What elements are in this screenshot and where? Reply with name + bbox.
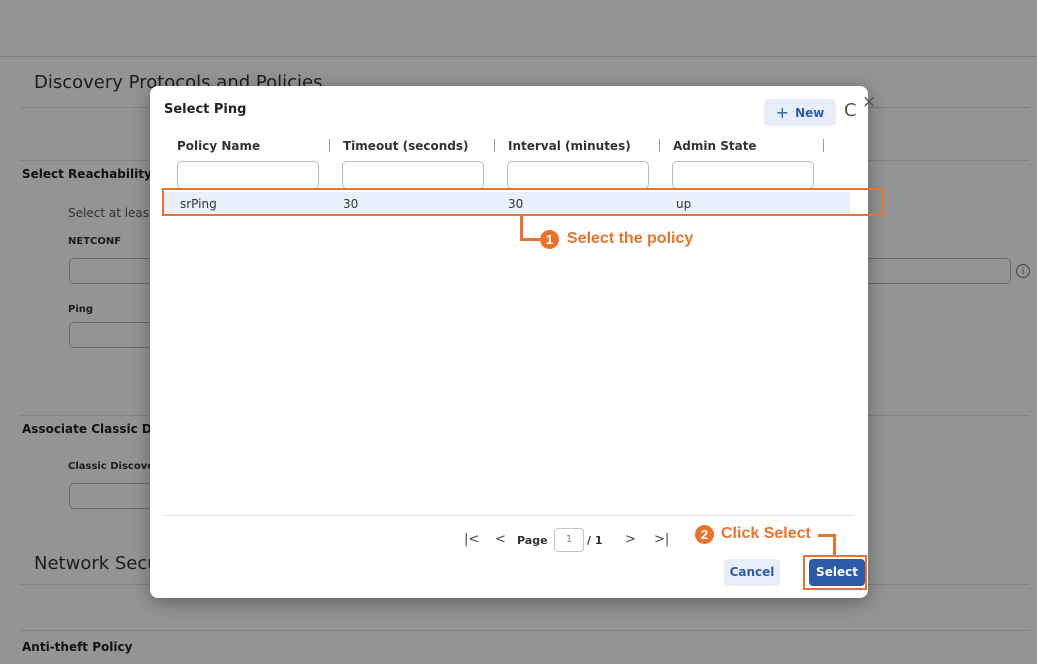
callout-connector: [520, 216, 523, 240]
column-separator[interactable]: [494, 139, 495, 152]
column-header-timeout[interactable]: Timeout (seconds): [343, 139, 469, 153]
filter-input-timeout[interactable]: [342, 161, 484, 189]
column-separator[interactable]: [659, 139, 660, 152]
first-page-icon[interactable]: |<: [464, 532, 479, 547]
column-separator[interactable]: [329, 139, 330, 152]
callout-connector: [520, 238, 540, 241]
total-pages-text: / 1: [587, 534, 603, 547]
column-header-policy-name[interactable]: Policy Name: [177, 139, 260, 153]
dialog-title: Select Ping: [164, 102, 247, 117]
column-separator[interactable]: [823, 139, 824, 152]
last-page-icon[interactable]: >|: [654, 532, 669, 547]
select-ping-dialog: Select Ping + New C × Policy Name Timeout…: [150, 86, 876, 598]
footer-divider: [164, 515, 854, 516]
new-button-label: New: [795, 106, 825, 120]
column-header-admin-state[interactable]: Admin State: [673, 139, 757, 153]
new-button[interactable]: + New: [764, 99, 836, 126]
refresh-icon[interactable]: C: [844, 100, 857, 121]
callout-text-1: Select the policy: [567, 230, 694, 247]
next-page-icon[interactable]: >: [625, 532, 636, 547]
prev-page-icon[interactable]: <: [495, 532, 506, 547]
filter-input-admin-state[interactable]: [672, 161, 814, 189]
row-highlight-box: [162, 188, 884, 216]
close-icon[interactable]: ×: [862, 94, 876, 111]
callout-text-2: Click Select: [721, 525, 811, 542]
page-number-input[interactable]: 1: [554, 528, 584, 552]
select-button-highlight-box: [803, 555, 867, 590]
filter-input-interval[interactable]: [507, 161, 649, 189]
callout-connector: [833, 534, 836, 556]
filter-input-policy-name[interactable]: [177, 161, 319, 189]
cancel-button[interactable]: Cancel: [724, 559, 780, 586]
callout-badge-2: 2: [695, 525, 714, 544]
callout-badge-1: 1: [540, 230, 559, 249]
plus-icon: +: [775, 103, 790, 122]
page-label: Page: [517, 534, 548, 547]
column-header-interval[interactable]: Interval (minutes): [508, 139, 631, 153]
